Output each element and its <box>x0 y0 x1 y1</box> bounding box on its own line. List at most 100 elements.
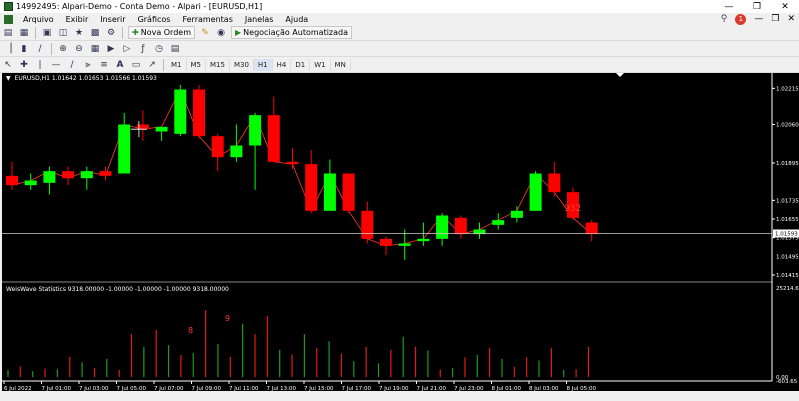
new-order-button[interactable]: ✚ Nova Ordem <box>128 26 195 39</box>
new-order-icon: ✚ <box>132 28 139 37</box>
toolbar-separator <box>122 26 123 39</box>
timeframe-h4[interactable]: H4 <box>273 58 292 71</box>
line-studies-toolbar: ↖ ✚ | — ∕ ⫸ ≡ A ▭ ↗ M1 M5 M15 M30 H1 H4 D1 W1 MN <box>0 57 799 73</box>
menu-exibir[interactable]: Exibir <box>60 15 95 24</box>
candle-body <box>380 238 392 246</box>
price-label: 1.01655 <box>776 217 799 223</box>
menu-arquivo[interactable]: Arquivo <box>17 15 60 24</box>
auto-trading-button[interactable]: ▶ Negociação Automatizada <box>231 26 353 39</box>
title-bar: 14992495: Alpari-Demo - Conta Demo - Alp… <box>0 0 799 13</box>
restore-child-icon[interactable]: ❐ <box>771 14 779 24</box>
new-order-label: Nova Ordem <box>140 28 191 37</box>
tile-windows-icon[interactable]: ▦ <box>88 42 102 55</box>
new-chart-icon[interactable]: ▤ <box>1 26 15 39</box>
candle-body <box>80 171 93 179</box>
candle-body <box>118 124 131 174</box>
line-chart-icon[interactable]: ∕ <box>33 42 47 55</box>
auto-trading-label: Negociação Automatizada <box>243 28 349 37</box>
autoscroll-icon[interactable]: ▶ <box>104 42 118 55</box>
candle-body <box>286 161 299 165</box>
metaeditor-icon[interactable]: ✎ <box>198 26 212 39</box>
candle-body <box>548 173 561 193</box>
price-label: 1.01495 <box>776 254 799 260</box>
chart-window-icon[interactable] <box>4 14 13 24</box>
horizontal-line-icon[interactable]: — <box>49 58 63 71</box>
candle-body <box>99 171 112 176</box>
arrows-icon[interactable]: ↗ <box>145 58 159 71</box>
vertical-line-icon[interactable]: | <box>33 58 47 71</box>
candle-body <box>510 210 523 218</box>
chart-background <box>2 73 799 391</box>
terminal-icon[interactable]: ▩ <box>88 26 102 39</box>
chart-window[interactable]: 932 1.02215 1.02060 1.01895 1.01735 1.01655 1.… <box>2 73 799 391</box>
charts-toolbar: ▕ ▮ ∕ ⊕ ⊖ ▦ ▶ ▷ ƒ ◷ ▤ <box>0 41 799 57</box>
timeframe-m30[interactable]: M30 <box>230 58 254 71</box>
timeframe-m1[interactable]: M1 <box>167 58 187 71</box>
candle-body <box>24 180 37 186</box>
wave-annotation: 932 <box>564 204 581 214</box>
menu-ferramentas[interactable]: Ferramentas <box>176 15 238 24</box>
candle-body <box>211 136 224 158</box>
profiles-icon[interactable]: ▦ <box>17 26 31 39</box>
zoom-in-icon[interactable]: ⊕ <box>56 42 70 55</box>
fibonacci-icon[interactable]: ≡ <box>97 58 111 71</box>
indicators-icon[interactable]: ƒ <box>136 42 150 55</box>
periods-icon[interactable]: ◷ <box>152 42 166 55</box>
equidistant-channel-icon[interactable]: ⫸ <box>81 58 95 71</box>
data-window-icon[interactable]: ◫ <box>56 26 70 39</box>
candlestick-icon[interactable]: ▮ <box>17 42 31 55</box>
signals-icon[interactable]: ◉ <box>214 26 228 39</box>
close-child-icon[interactable]: ✕ <box>787 14 795 24</box>
navigator-icon[interactable]: ★ <box>72 26 86 39</box>
bar-chart-icon[interactable]: ▕ <box>1 42 15 55</box>
trend-line-icon[interactable]: ∕ <box>65 58 79 71</box>
price-label: 1.01415 <box>776 273 799 279</box>
menu-ajuda[interactable]: Ajuda <box>279 15 314 24</box>
minimize-icon[interactable]: — <box>715 0 743 13</box>
timeframe-mn[interactable]: MN <box>331 58 351 71</box>
current-price-text: 1.01593 <box>775 231 798 237</box>
toolbar-separator <box>51 42 52 55</box>
candle-body <box>585 222 598 235</box>
timeframe-m5[interactable]: M5 <box>187 58 206 71</box>
menu-graficos[interactable]: Gráficos <box>132 15 177 24</box>
price-label: 1.02060 <box>776 123 799 129</box>
candle-body <box>6 175 18 186</box>
standard-toolbar: ▤ ▦ ▣ ◫ ★ ▩ ⚙ ✚ Nova Ordem ✎ ◉ ▶ Negocia… <box>0 25 799 41</box>
indicator-scale-top: 25214.65 <box>776 286 799 292</box>
notification-icon[interactable]: 1 <box>735 13 747 25</box>
candle-body <box>43 171 56 183</box>
templates-icon[interactable]: ▤ <box>168 42 182 55</box>
zoom-out-icon[interactable]: ⊖ <box>72 42 86 55</box>
candle-body <box>305 164 318 211</box>
toolbar-separator <box>163 58 164 71</box>
timeframe-w1[interactable]: W1 <box>310 58 331 71</box>
close-icon[interactable]: ✕ <box>771 0 799 13</box>
timeframe-d1[interactable]: D1 <box>291 58 311 71</box>
restore-icon[interactable]: ❐ <box>743 0 771 13</box>
minimize-child-icon[interactable]: — <box>754 14 763 24</box>
timeframes-bar: M1 M5 M15 M30 H1 H4 D1 W1 MN <box>167 58 351 71</box>
strategy-tester-icon[interactable]: ⚙ <box>104 26 118 39</box>
candle-body <box>155 126 168 132</box>
cursor-icon[interactable]: ↖ <box>1 58 15 71</box>
indicator-scale-bottom-alt: -603.65 <box>776 379 798 385</box>
candle-body <box>436 215 449 239</box>
candle-body <box>454 217 467 235</box>
search-icon[interactable]: ⚲ <box>721 14 728 24</box>
menu-janelas[interactable]: Janelas <box>239 15 280 24</box>
candle-body <box>249 115 262 146</box>
chart-shift-icon[interactable]: ▷ <box>120 42 134 55</box>
chart-canvas[interactable]: 932 1.02215 1.02060 1.01895 1.01735 1.01655 1.… <box>2 73 799 391</box>
indicator-label-text: WeisWave Statistics 9318.00000 -1.00000 … <box>6 286 229 293</box>
market-watch-icon[interactable]: ▣ <box>40 26 54 39</box>
menu-inserir[interactable]: Inserir <box>94 15 131 24</box>
candle-body <box>417 238 430 242</box>
candle-body <box>323 173 336 211</box>
price-label: 1.01735 <box>776 198 799 204</box>
timeframe-m15[interactable]: M15 <box>206 58 230 71</box>
text-icon[interactable]: A <box>113 58 127 71</box>
timeframe-h1[interactable]: H1 <box>253 58 273 71</box>
crosshair-icon[interactable]: ✚ <box>17 58 31 71</box>
text-label-icon[interactable]: ▭ <box>129 58 143 71</box>
